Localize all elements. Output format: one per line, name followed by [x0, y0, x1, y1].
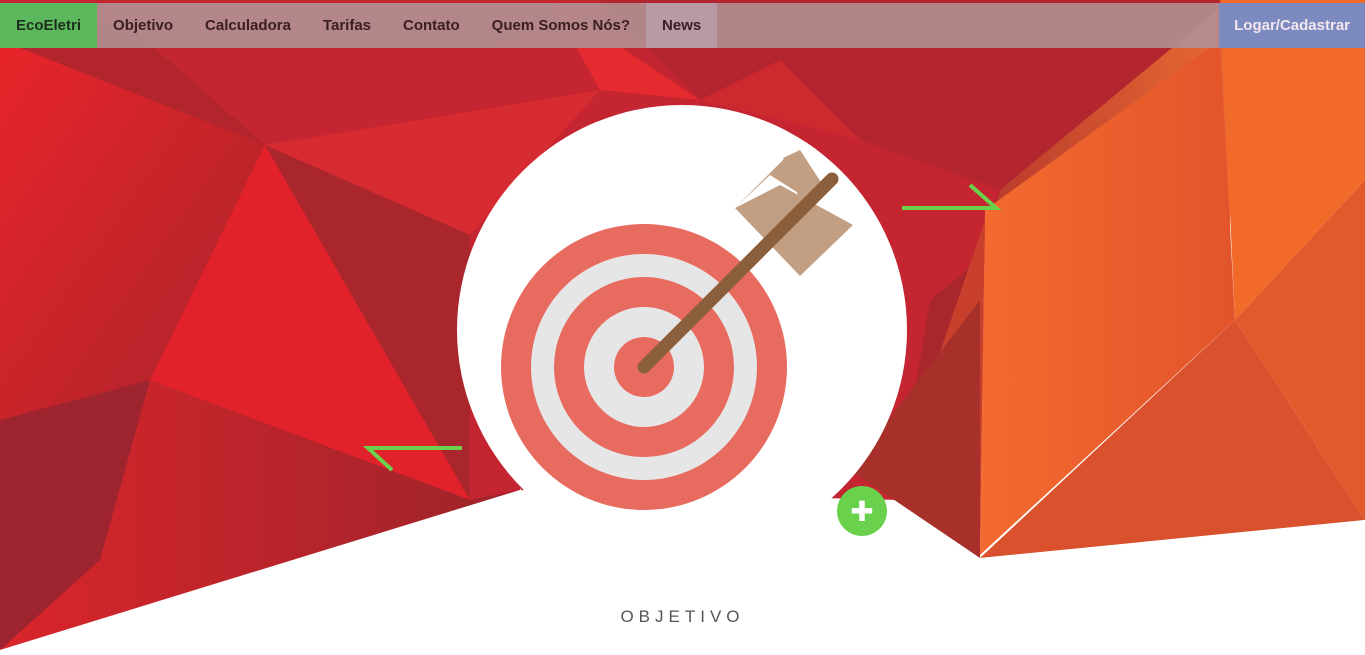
- top-navbar: EcoEletri Objetivo Calculadora Tarifas C…: [0, 3, 1365, 48]
- nav-item-calculadora[interactable]: Calculadora: [189, 3, 307, 48]
- nav-item-contato[interactable]: Contato: [387, 3, 476, 48]
- plus-icon: ✚: [850, 494, 874, 528]
- objective-circle: [457, 105, 907, 555]
- section-title: OBJETIVO: [620, 607, 745, 626]
- nav-item-news[interactable]: News: [646, 3, 718, 48]
- plus-button[interactable]: ✚: [837, 486, 887, 536]
- nav-item-quem-somos[interactable]: Quem Somos Nós?: [476, 3, 646, 48]
- nav-item-objetivo[interactable]: Objetivo: [97, 3, 189, 48]
- nav-item-tarifas[interactable]: Tarifas: [307, 3, 387, 48]
- login-register-button[interactable]: Logar/Cadastrar: [1219, 3, 1365, 48]
- brand-link[interactable]: EcoEletri: [0, 3, 98, 48]
